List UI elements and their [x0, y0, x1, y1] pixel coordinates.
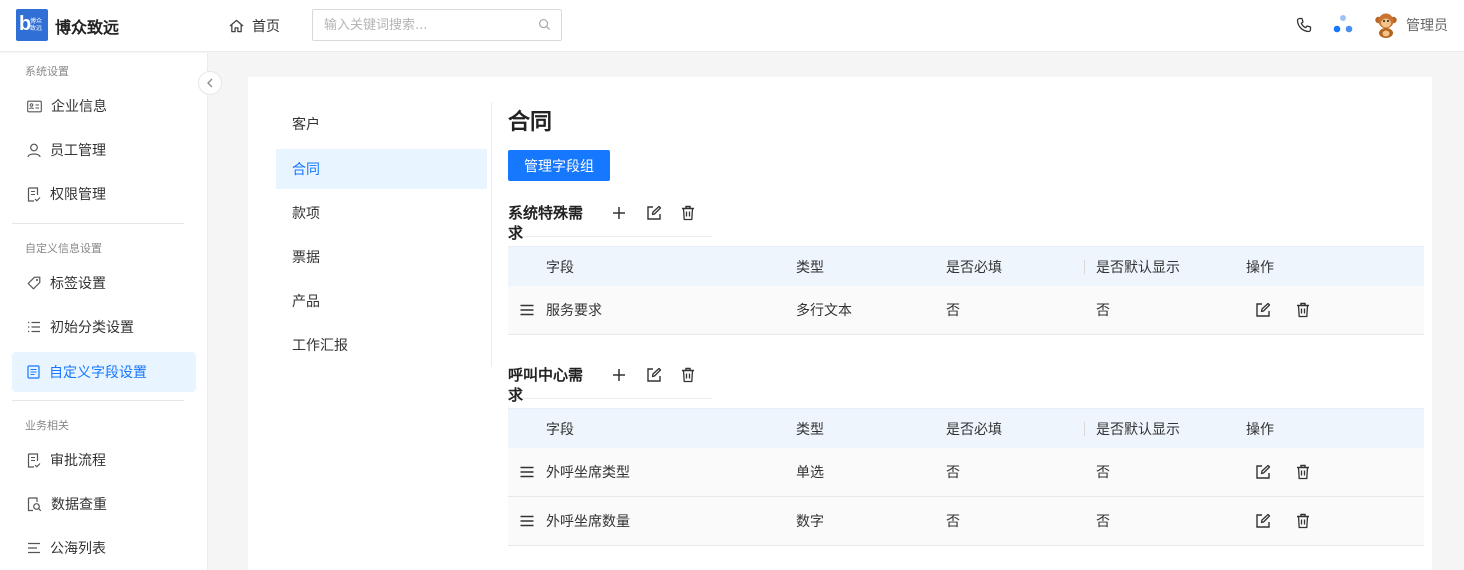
field-table: 字段 类型 是否必填 是否默认显示 操作 外呼坐席类型 单选 否 否 外呼坐席数…	[508, 408, 1424, 546]
user-icon	[27, 143, 41, 157]
top-bar: b 博众致远 博众致远 首页 管理员	[0, 0, 1464, 52]
field-group-header: 呼叫中心需求	[508, 365, 712, 404]
sidebar-section-title: 自定义信息设置	[25, 242, 102, 255]
id-card-icon	[27, 100, 42, 112]
sidebar-item-data-dedup[interactable]: 数据查重	[12, 484, 196, 524]
user-name: 管理员	[1406, 18, 1448, 34]
home-icon	[229, 19, 244, 33]
delete-icon[interactable]	[1294, 512, 1312, 530]
sidebar-item-initial-category[interactable]: 初始分类设置	[12, 307, 196, 347]
category-payment[interactable]: 款项	[276, 193, 487, 233]
field-table: 字段 类型 是否必填 是否默认显示 操作 服务要求 多行文本 否 否	[508, 246, 1424, 335]
sort-list-icon	[28, 542, 40, 554]
sidebar-item-staff[interactable]: 员工管理	[12, 130, 196, 170]
home-link[interactable]: 首页	[229, 16, 280, 36]
approval-icon	[27, 452, 41, 468]
apps-dots-icon[interactable]	[1332, 14, 1354, 36]
add-icon[interactable]	[609, 365, 630, 385]
sidebar-item-approval-flow[interactable]: 审批流程	[12, 440, 196, 480]
category-product[interactable]: 产品	[276, 281, 487, 321]
field-group-title: 系统特殊需求	[508, 204, 584, 242]
sidebar-item-company-info[interactable]: 企业信息	[12, 86, 196, 126]
edit-icon[interactable]	[1254, 512, 1272, 530]
sidebar-divider	[12, 223, 184, 224]
sidebar-item-custom-fields[interactable]: 自定义字段设置	[12, 352, 196, 392]
top-right-actions: 管理员	[1296, 12, 1448, 38]
avatar	[1375, 13, 1397, 38]
delete-icon[interactable]	[678, 365, 699, 385]
list-icon	[28, 321, 40, 333]
search-doc-icon	[27, 496, 42, 511]
form-icon	[27, 365, 40, 379]
field-group-title: 呼叫中心需求	[508, 366, 584, 404]
home-label: 首页	[252, 19, 280, 35]
search-icon[interactable]	[538, 18, 551, 31]
sidebar-item-tags[interactable]: 标签设置	[12, 263, 196, 303]
document-icon	[27, 186, 41, 202]
manage-field-groups-button[interactable]: 管理字段组	[508, 150, 610, 181]
field-group-header: 系统特殊需求	[508, 203, 712, 242]
table-header: 字段 类型 是否必填 是否默认显示 操作	[508, 408, 1424, 448]
table-row: 服务要求 多行文本 否 否	[508, 286, 1424, 335]
sidebar-divider	[12, 400, 184, 401]
chevron-left-icon	[207, 78, 213, 88]
edit-icon[interactable]	[643, 203, 664, 223]
category-work-report[interactable]: 工作汇报	[276, 325, 487, 365]
logo: b 博众致远	[16, 9, 48, 41]
sidebar-item-public-pool[interactable]: 公海列表	[12, 528, 196, 568]
category-contract[interactable]: 合同	[276, 149, 487, 189]
phone-icon[interactable]	[1296, 17, 1312, 33]
drag-handle-icon[interactable]	[508, 515, 546, 527]
search-box	[312, 9, 562, 41]
category-customer[interactable]: 客户	[276, 104, 487, 144]
sidebar-item-permissions[interactable]: 权限管理	[12, 174, 196, 214]
delete-icon[interactable]	[1294, 463, 1312, 481]
edit-icon[interactable]	[1254, 301, 1272, 319]
drag-handle-icon[interactable]	[508, 304, 546, 316]
sidebar-section-title: 系统设置	[25, 65, 69, 78]
drag-handle-icon[interactable]	[508, 466, 546, 478]
category-invoice[interactable]: 票据	[276, 237, 487, 277]
table-row: 外呼坐席数量 数字 否 否	[508, 497, 1424, 546]
table-header: 字段 类型 是否必填 是否默认显示 操作	[508, 246, 1424, 286]
page-title: 合同	[508, 110, 553, 135]
table-row: 外呼坐席类型 单选 否 否	[508, 448, 1424, 497]
search-input[interactable]	[324, 10, 534, 40]
category-divider	[491, 102, 492, 367]
delete-icon[interactable]	[1294, 301, 1312, 319]
add-icon[interactable]	[609, 203, 630, 223]
edit-icon[interactable]	[1254, 463, 1272, 481]
tag-icon	[27, 276, 41, 290]
sidebar: 系统设置 企业信息 员工管理 权限管理 自定义信息设置 标签设置 初始分类设置 …	[0, 53, 208, 570]
brand-name: 博众致远	[55, 18, 120, 37]
delete-icon[interactable]	[678, 203, 699, 223]
edit-icon[interactable]	[643, 365, 664, 385]
sidebar-section-title: 业务相关	[25, 419, 69, 432]
sidebar-collapse-button[interactable]	[198, 71, 222, 95]
main-card: 客户 合同 款项 票据 产品 工作汇报 合同 管理字段组 系统特殊需求 字段 类…	[248, 77, 1432, 570]
user-menu[interactable]: 管理员	[1374, 12, 1448, 38]
